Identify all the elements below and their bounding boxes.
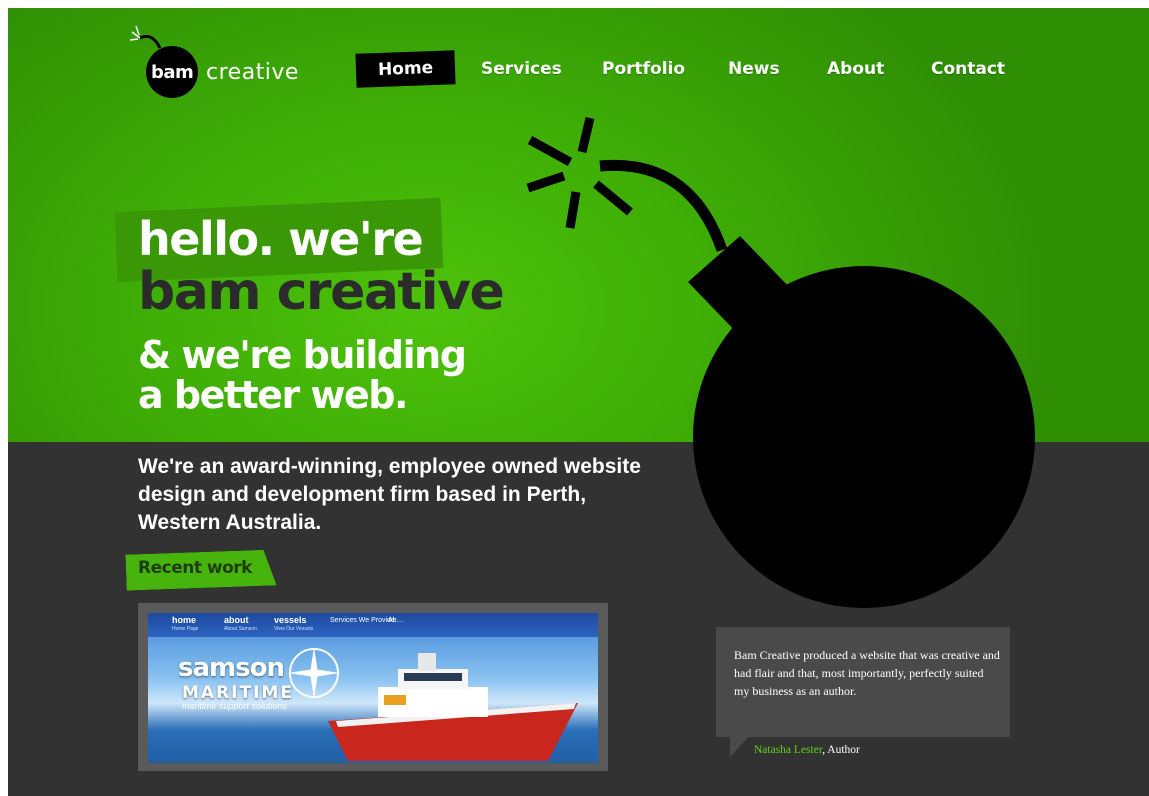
nav-services[interactable]: Services bbox=[481, 52, 562, 86]
ship-icon bbox=[328, 653, 578, 761]
nav-home[interactable]: Home bbox=[355, 50, 456, 88]
thumbnail-nav-sub: View Our Vessels bbox=[274, 626, 314, 632]
thumbnail-brand: samson bbox=[178, 653, 285, 683]
thumbnail-nav-item: Services We Provide bbox=[330, 617, 395, 624]
testimonial-tail bbox=[730, 737, 748, 757]
headline-hello: hello. we're bbox=[138, 212, 424, 266]
logo-bam-text: bam bbox=[151, 62, 194, 83]
testimonial-quote: Bam Creative produced a website that was… bbox=[734, 648, 1000, 698]
headline-brand: bam creative bbox=[138, 262, 505, 322]
nav-news[interactable]: News bbox=[728, 52, 780, 86]
intro-text: We're an award-winning, employee owned w… bbox=[138, 455, 641, 534]
nav-about[interactable]: About bbox=[827, 52, 884, 86]
thumbnail-nav-sub: Home Page bbox=[172, 626, 199, 632]
testimonial-author-role: , Author bbox=[822, 744, 860, 756]
thumbnail-nav-sub: About Samson bbox=[224, 626, 257, 632]
testimonial-author-link[interactable]: Natasha Lester bbox=[754, 744, 822, 756]
logo-creative-text: creative bbox=[206, 60, 299, 85]
thumbnail-nav-item: Ab… bbox=[388, 617, 404, 624]
thumbnail-maritime: MARITIME bbox=[182, 683, 294, 703]
thumbnail-nav-item: home bbox=[172, 615, 197, 625]
recent-work-label: Recent work bbox=[138, 558, 252, 578]
thumbnail-tagline: maritime support solutions bbox=[182, 701, 288, 711]
testimonial-citation: Natasha Lester, Author bbox=[754, 744, 860, 756]
thumbnail-nav-item: about bbox=[224, 615, 249, 625]
bomb-illustration-icon bbox=[526, 116, 1035, 608]
headline-better-web: a better web. bbox=[138, 373, 408, 417]
headline-building: & we're building bbox=[138, 333, 467, 377]
nav-portfolio[interactable]: Portfolio bbox=[602, 52, 685, 86]
logo[interactable]: bam creative bbox=[118, 18, 318, 108]
thumbnail-navbar: home Home Page about About Samson vessel… bbox=[148, 613, 598, 637]
nav-contact[interactable]: Contact bbox=[931, 52, 1005, 86]
thumbnail-nav-item: vessels bbox=[274, 615, 307, 625]
portfolio-thumbnail[interactable]: home Home Page about About Samson vessel… bbox=[138, 603, 608, 771]
portfolio-screenshot[interactable]: home Home Page about About Samson vessel… bbox=[148, 613, 598, 763]
